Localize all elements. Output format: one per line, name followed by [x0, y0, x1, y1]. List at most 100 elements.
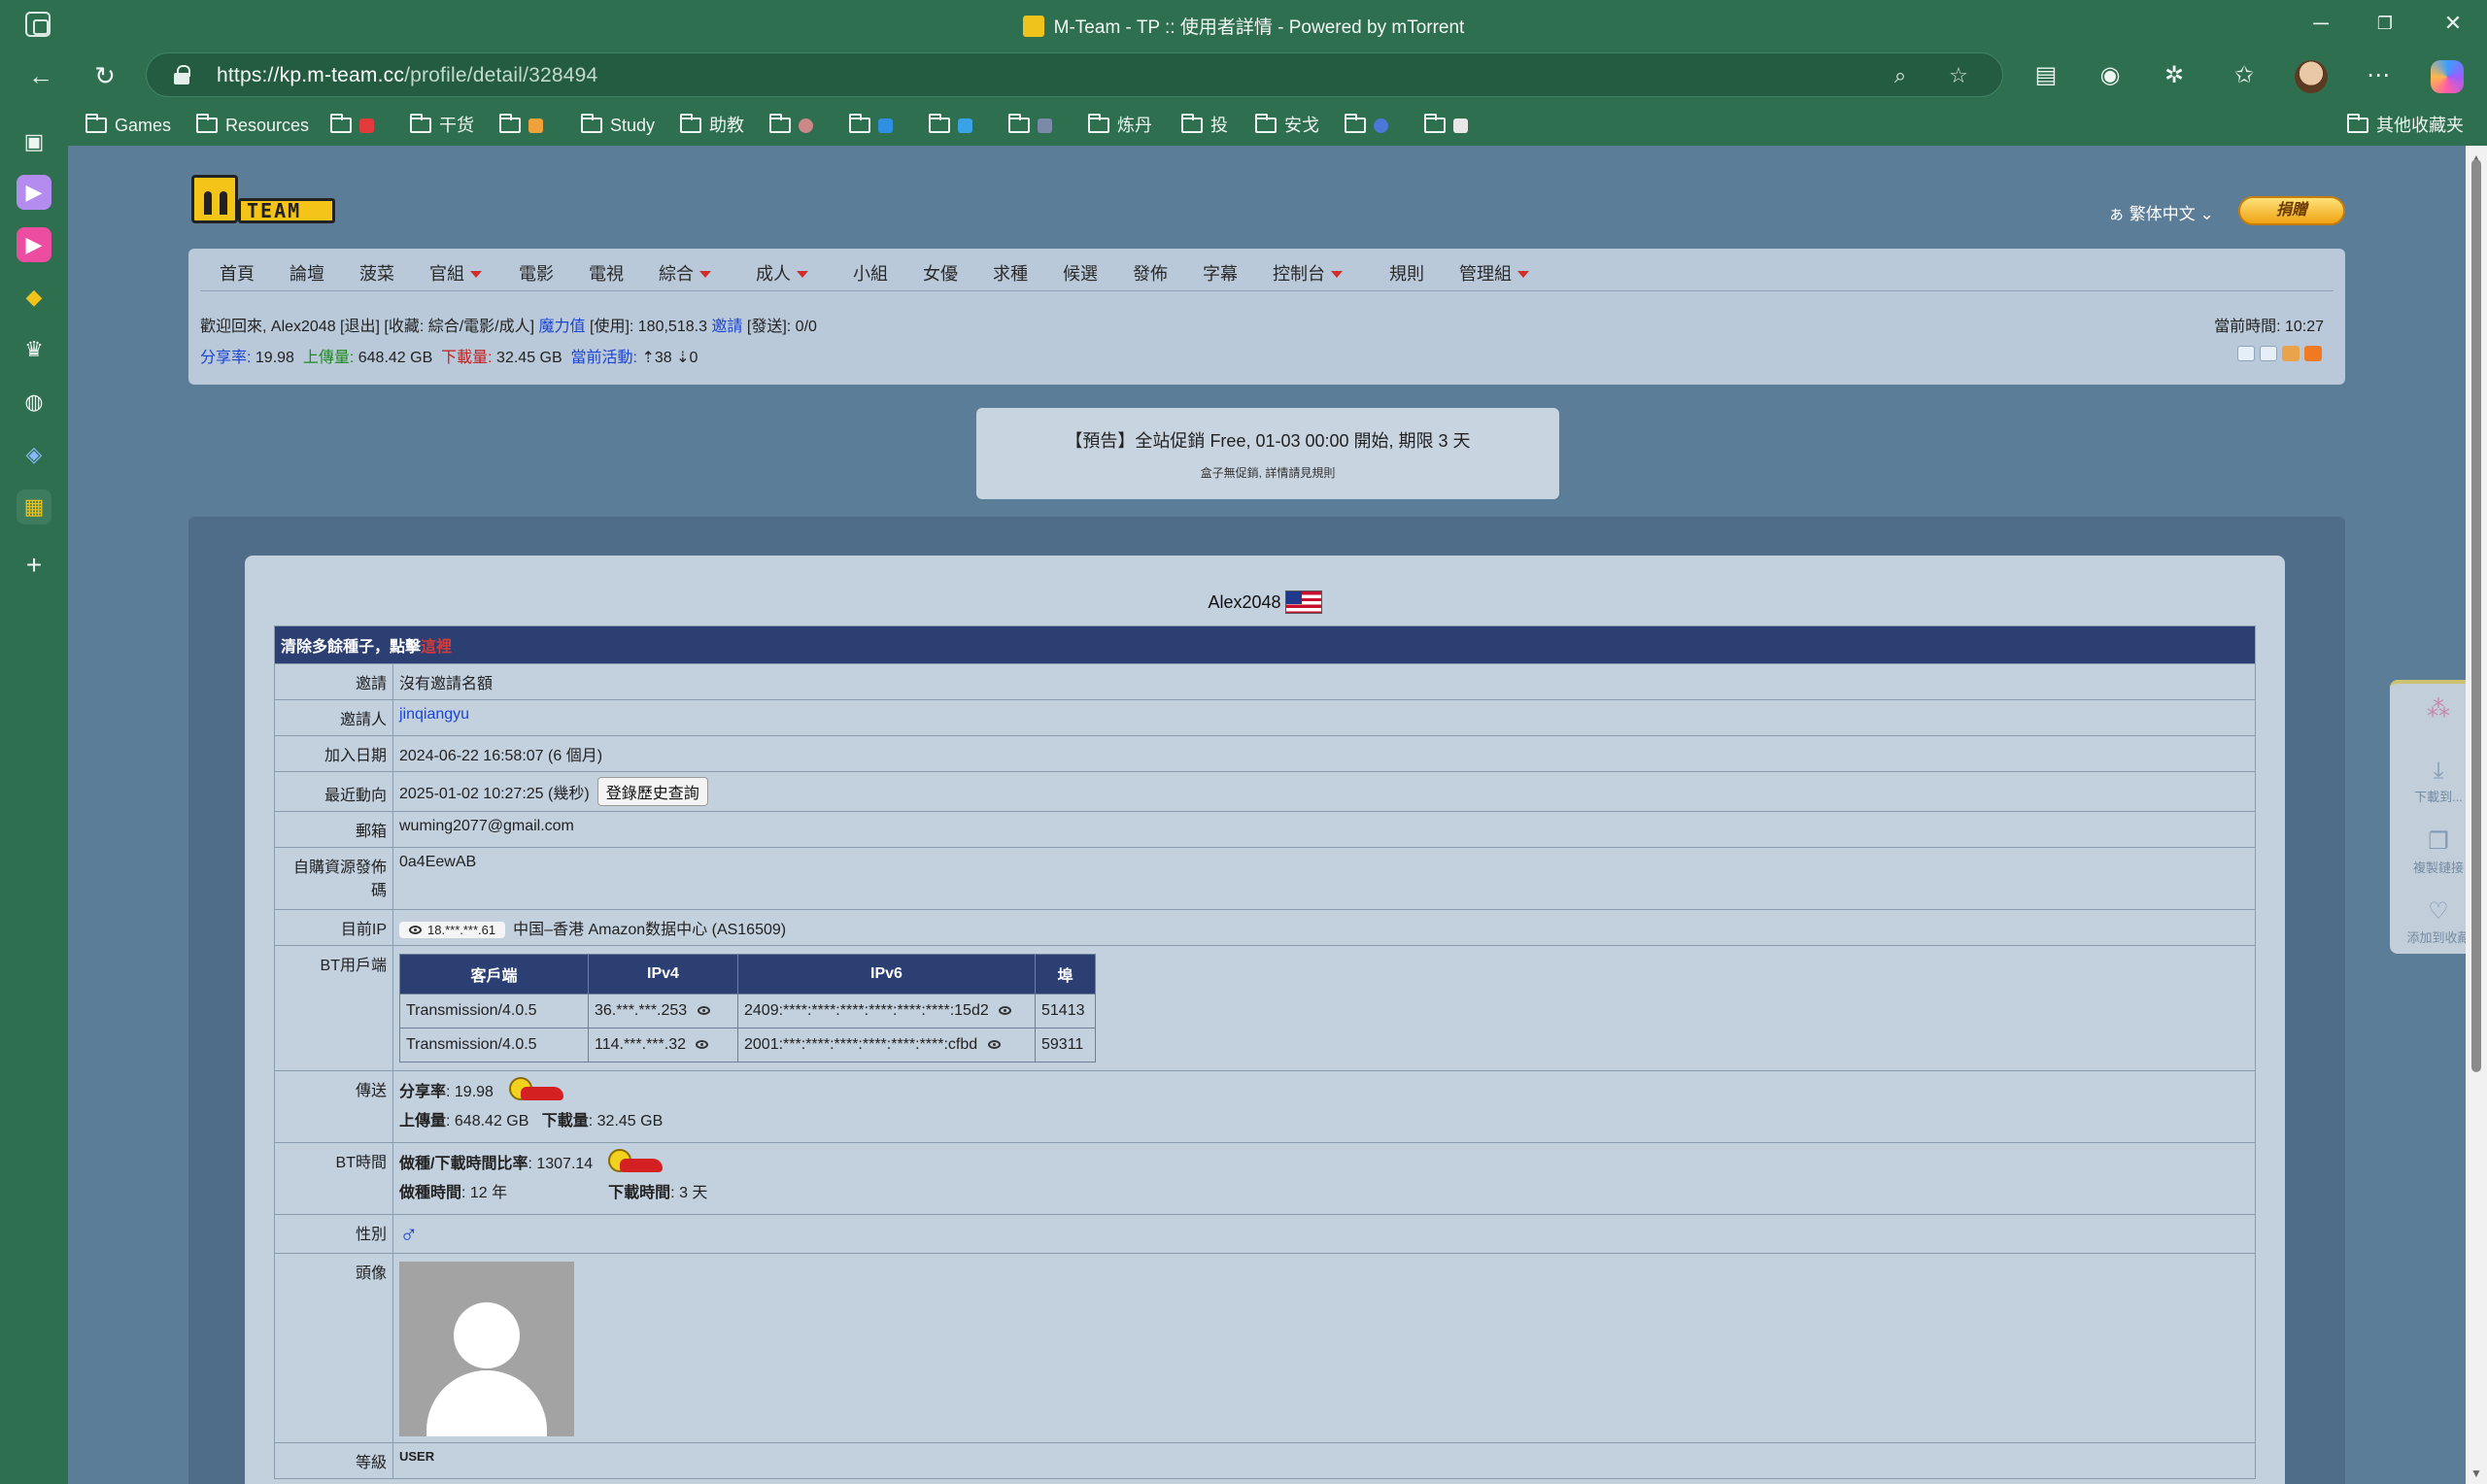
- bookmark-folder[interactable]: 助教: [680, 113, 744, 138]
- menu-item-bocai[interactable]: 菠菜: [359, 260, 394, 286]
- login-history-button[interactable]: 登錄歷史查詢: [596, 777, 708, 806]
- bookmark-folder[interactable]: Resources: [196, 113, 309, 138]
- menu-item-tv[interactable]: 電視: [589, 260, 624, 286]
- minimize-button[interactable]: ─: [2297, 8, 2345, 39]
- bookmark-folder[interactable]: [1008, 113, 1052, 138]
- eye-icon[interactable]: [987, 1040, 1001, 1049]
- bookmark-label: Study: [610, 116, 656, 135]
- close-window-button[interactable]: ✕: [2429, 8, 2477, 39]
- mteam-app-icon[interactable]: ▦: [17, 489, 51, 524]
- folder-icon: [1008, 114, 1030, 133]
- menu-item-rules[interactable]: 規則: [1389, 260, 1424, 286]
- clear-seeds-text: 清除多餘種子，點擊: [281, 639, 422, 656]
- refresh-button[interactable]: ↻: [85, 56, 124, 95]
- client-ipv6: 2409:****:****:****:****:****:****:15d2: [737, 994, 1036, 1029]
- reading-view-icon[interactable]: ▤: [2028, 58, 2063, 93]
- row-label: 加入日期: [274, 735, 393, 772]
- eye-icon[interactable]: [409, 926, 422, 934]
- screen-favicon-icon: [1038, 118, 1052, 133]
- scroll-thumb[interactable]: [2471, 159, 2481, 1072]
- sent-icon[interactable]: [2260, 346, 2277, 361]
- menu-item-actress[interactable]: 女優: [923, 260, 958, 286]
- copilot-icon[interactable]: [2431, 60, 2464, 93]
- menu-item-control-panel[interactable]: 控制台: [1273, 260, 1343, 286]
- inviter-link[interactable]: jinqiangyu: [399, 706, 469, 723]
- more-menu-icon[interactable]: ⋯: [2361, 58, 2396, 93]
- transfer-ratio: 分享率: 19.98: [399, 1077, 2249, 1107]
- menu-item-upload[interactable]: 發佈: [1133, 260, 1168, 286]
- menu-item-candidate[interactable]: 候選: [1063, 260, 1098, 286]
- lock-icon[interactable]: [174, 65, 191, 84]
- bookmark-folder[interactable]: [499, 113, 543, 138]
- bonus-link[interactable]: 魔力值: [539, 319, 586, 335]
- zoom-icon[interactable]: ⌕: [1888, 63, 1913, 88]
- tabs-icon[interactable]: ▣: [17, 124, 51, 159]
- donate-button[interactable]: 捐贈: [2238, 196, 2345, 225]
- restore-button[interactable]: ❐: [2361, 8, 2409, 39]
- url-text[interactable]: https://kp.m-team.cc/profile/detail/3284…: [217, 64, 597, 87]
- activity-label[interactable]: 當前活動:: [571, 350, 637, 366]
- bookmark-folder[interactable]: [849, 113, 893, 138]
- menu-item-home[interactable]: 首頁: [220, 260, 255, 286]
- bookmark-folder[interactable]: Games: [85, 113, 171, 138]
- profile-wrapper: Alex2048 清除多餘種子，點擊這裡 邀請 沒有邀請名額 邀請人 jinqi…: [188, 517, 2345, 1484]
- doc-favicon-icon: [1453, 118, 1468, 133]
- invite-link[interactable]: 邀請: [711, 319, 742, 335]
- clear-seeds-link[interactable]: 這裡: [421, 639, 452, 656]
- bookmark-folder[interactable]: Study: [581, 113, 655, 138]
- ip-pill[interactable]: 18.***.***.61: [399, 922, 506, 938]
- bookmark-folder[interactable]: [769, 113, 813, 138]
- eye-icon[interactable]: [696, 1040, 709, 1049]
- scroll-down-arrow[interactable]: ▼: [2469, 1467, 2484, 1480]
- welcome-text[interactable]: 歡迎回來, Alex2048 [退出] [收藏: 綜合/電影/成人]: [200, 319, 534, 335]
- profile-avatar[interactable]: [2295, 60, 2328, 93]
- url-host: kp.m-team.cc: [279, 64, 405, 86]
- eye-icon[interactable]: [999, 1006, 1012, 1015]
- add-icon[interactable]: +: [17, 548, 51, 583]
- eye-icon[interactable]: [697, 1006, 710, 1015]
- other-bookmarks[interactable]: 其他收藏夹: [2347, 113, 2464, 138]
- bookmark-folder[interactable]: [1345, 113, 1388, 138]
- globe-icon[interactable]: ◍: [17, 385, 51, 420]
- menu-item-forum[interactable]: 論壇: [290, 260, 324, 286]
- menu-item-adult[interactable]: 成人: [756, 260, 808, 286]
- male-icon: ♂: [399, 1219, 419, 1248]
- row-label: 性別: [274, 1214, 393, 1254]
- bookmark-folder[interactable]: 投: [1181, 113, 1228, 138]
- menu-item-request[interactable]: 求種: [993, 260, 1028, 286]
- address-bar[interactable]: https://kp.m-team.cc/profile/detail/3284…: [146, 52, 2003, 97]
- bookmark-folder[interactable]: [330, 113, 374, 138]
- menu-item-official[interactable]: 官組: [429, 260, 482, 286]
- video-app-icon[interactable]: ▶: [17, 227, 51, 262]
- language-select[interactable]: ぁ 繁体中文 ⌄: [2108, 200, 2214, 224]
- bookmark-folder[interactable]: 炼丹: [1088, 113, 1152, 138]
- menu-item-subtitles[interactable]: 字幕: [1203, 260, 1238, 286]
- bookmark-folder[interactable]: [929, 113, 972, 138]
- bt-time-ratio: 做種/下載時間比率: 1307.14: [399, 1149, 2249, 1179]
- menu-item-staff[interactable]: 管理組: [1459, 260, 1529, 286]
- site-logo[interactable]: TEAM: [191, 175, 337, 225]
- folder-icon: [1255, 114, 1277, 133]
- media-app-icon[interactable]: ▶: [17, 175, 51, 210]
- game-app-icon[interactable]: ◆: [17, 280, 51, 315]
- translate-icon: ぁ: [2108, 205, 2129, 223]
- rss-icon[interactable]: [2304, 346, 2322, 361]
- inbox-icon[interactable]: [2237, 346, 2255, 361]
- page-scrollbar[interactable]: ▲ ▼: [2466, 146, 2487, 1484]
- bookmark-folder[interactable]: 安戈: [1255, 113, 1319, 138]
- extension-mask-icon[interactable]: ◉: [2093, 58, 2128, 93]
- row-label: BT用戶端: [274, 945, 393, 1071]
- favorites-icon[interactable]: ✩: [2227, 58, 2262, 93]
- bookmark-folder[interactable]: 干货: [410, 113, 474, 138]
- menu-item-general[interactable]: 綜合: [659, 260, 711, 286]
- menu-item-groups[interactable]: 小組: [853, 260, 888, 286]
- friends-icon[interactable]: [2282, 346, 2300, 361]
- menu-item-movie[interactable]: 電影: [519, 260, 554, 286]
- bookmark-folder[interactable]: [1424, 113, 1468, 138]
- extensions-puzzle-icon[interactable]: ✲: [2157, 58, 2192, 93]
- user-stats-line: 分享率: 19.98 上傳量: 648.42 GB 下載量: 32.45 GB …: [200, 344, 698, 367]
- diamond-app-icon[interactable]: ◈: [17, 437, 51, 472]
- favorite-star-icon[interactable]: ☆: [1946, 63, 1971, 88]
- back-button[interactable]: ←: [21, 56, 60, 95]
- crown-app-icon[interactable]: ♛: [17, 332, 51, 367]
